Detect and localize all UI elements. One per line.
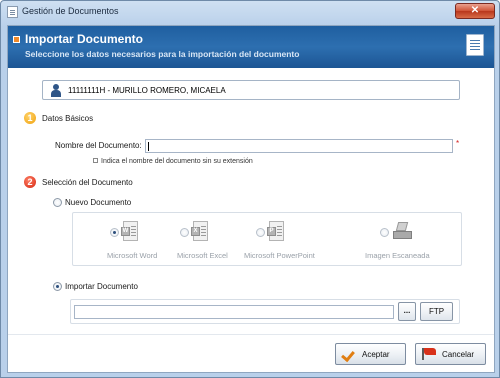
header-bullet-icon [13, 36, 20, 43]
cancel-button[interactable]: Cancelar [415, 343, 486, 365]
new-document-label[interactable]: Nuevo Documento [65, 198, 131, 207]
header-banner: Importar Documento Seleccione los datos … [8, 26, 494, 68]
format-excel-label: Microsoft Excel [177, 251, 228, 260]
format-powerpoint-label: Microsoft PowerPoint [244, 251, 315, 260]
ftp-button[interactable]: FTP [420, 302, 453, 321]
person-icon [51, 84, 61, 97]
app-icon [7, 6, 18, 18]
check-icon [343, 347, 355, 361]
powerpoint-icon: P [267, 221, 286, 243]
format-excel-radio[interactable] [180, 228, 189, 237]
word-icon: W [121, 221, 140, 243]
document-icon [466, 34, 484, 56]
cancel-flag-icon [422, 348, 438, 360]
format-word-radio[interactable] [110, 228, 119, 237]
dialog-window: Gestión de Documentos ✕ Importar Documen… [0, 0, 500, 378]
step-2-badge: 2 [24, 176, 36, 188]
accept-button[interactable]: Aceptar [335, 343, 406, 365]
cancel-label: Cancelar [442, 350, 475, 359]
format-word-label: Microsoft Word [107, 251, 158, 260]
step-2-label: Selección del Documento [42, 178, 133, 187]
import-document-radio[interactable] [53, 282, 62, 291]
accept-label: Aceptar [362, 350, 390, 359]
new-document-radio[interactable] [53, 198, 62, 207]
person-display: 11111111H - MURILLO ROMERO, MICAELA [42, 80, 460, 100]
required-marker: * [456, 139, 460, 148]
person-label: 11111111H - MURILLO ROMERO, MICAELA [68, 86, 226, 95]
document-name-input[interactable] [145, 139, 453, 153]
step-1-label: Datos Básicos [42, 114, 94, 123]
browse-button[interactable]: ... [398, 302, 416, 321]
format-powerpoint-radio[interactable] [256, 228, 265, 237]
title-bar[interactable]: Gestión de Documentos ✕ [1, 1, 499, 23]
header-subtitle: Seleccione los datos necesarios para la … [25, 49, 300, 59]
hint-text: Indica el nombre del documento sin su ex… [101, 158, 253, 165]
step-1-badge: 1 [24, 112, 36, 124]
footer-separator [8, 334, 494, 335]
dialog-body: Importar Documento Seleccione los datos … [7, 25, 495, 373]
document-name-label: Nombre del Documento: [55, 141, 142, 150]
format-scanner-radio[interactable] [380, 228, 389, 237]
format-group: W Microsoft Word X Microsoft Excel P Mic… [72, 212, 462, 266]
format-scanner-label: Imagen Escaneada [365, 251, 430, 260]
import-document-label[interactable]: Importar Documento [65, 282, 138, 291]
excel-icon: X [191, 221, 210, 243]
file-path-input[interactable] [74, 305, 394, 319]
window-title: Gestión de Documentos [22, 6, 119, 16]
close-button[interactable]: ✕ [455, 3, 495, 19]
hint-bullet-icon [93, 158, 98, 163]
document-name-hint: Indica el nombre del documento sin su ex… [93, 158, 253, 165]
header-title: Importar Documento [25, 32, 144, 46]
scanner-icon [393, 222, 413, 240]
